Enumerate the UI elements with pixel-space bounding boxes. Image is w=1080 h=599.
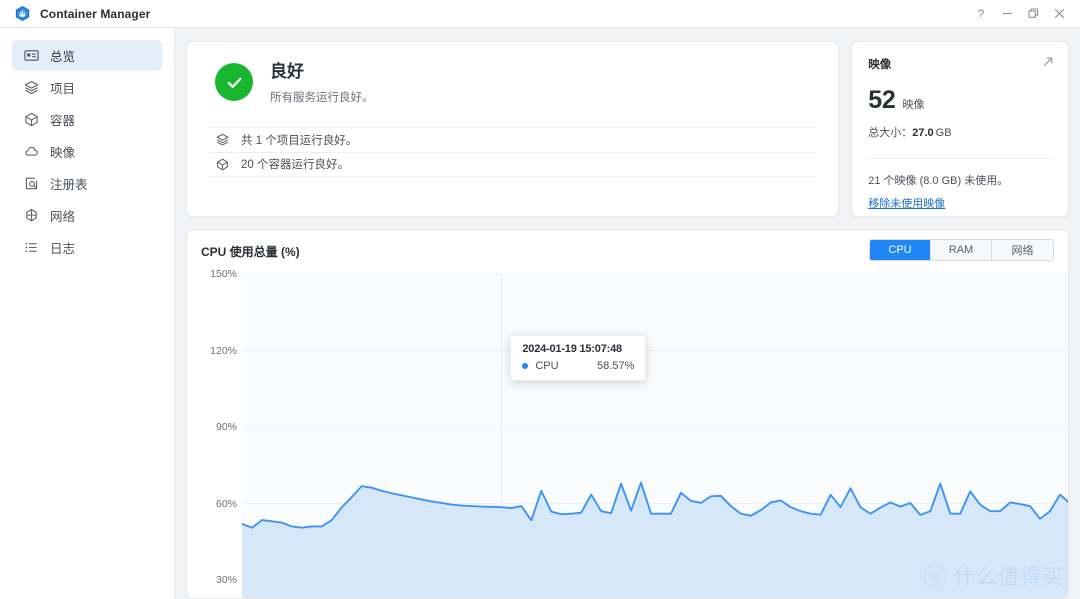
sidebar-item-label: 映像 xyxy=(50,146,76,160)
chart-tooltip: 2024-01-19 15:07:48 CPU 58.57% xyxy=(510,335,647,381)
tab-cpu[interactable]: CPU xyxy=(870,240,931,260)
sidebar-item-label: 项目 xyxy=(50,82,76,96)
sidebar-item-overview[interactable]: 总览 xyxy=(12,40,162,71)
health-row-projects: 共 1 个项目运行良好。 xyxy=(209,126,817,152)
images-card-divider xyxy=(868,158,1052,159)
sidebar-item-label: 总览 xyxy=(50,50,76,64)
summary-row: 良好 所有服务运行良好。 共 1 个项目运行良好。 20 个容器运行良好。 映像… xyxy=(186,41,1069,217)
chart-y-tick-label: 30% xyxy=(215,574,237,586)
tooltip-timestamp: 2024-01-19 15:07:48 xyxy=(522,343,622,355)
sidebar-item-label: 容器 xyxy=(50,114,76,128)
resource-tab-group: CPU RAM 网络 xyxy=(869,239,1054,261)
sidebar-item-containers[interactable]: 容器 xyxy=(12,104,162,135)
sidebar-item-label: 网络 xyxy=(50,210,76,224)
layers-icon xyxy=(215,133,229,147)
help-button[interactable]: ? xyxy=(968,1,994,27)
chart-y-tick-label: 150% xyxy=(210,268,237,280)
images-unused-text: 21 个映像 (8.0 GB) 未使用。 xyxy=(868,175,1009,187)
check-circle-icon xyxy=(215,63,253,101)
images-total-size-value: 27.0 xyxy=(912,127,934,139)
remove-unused-images-link[interactable]: 移除未使用映像 xyxy=(868,195,945,211)
sidebar-item-network[interactable]: 网络 xyxy=(12,200,162,231)
chart-y-axis: 30% 60% 90% 120% 150% xyxy=(187,263,237,598)
container-manager-window: Container Manager ? 总览 项目 容器 映像 注册表 网络 日… xyxy=(0,0,1080,599)
chart-y-tick-label: 90% xyxy=(215,421,237,433)
tab-network[interactable]: 网络 xyxy=(992,240,1053,260)
layers-icon xyxy=(24,80,39,95)
sidebar-item-projects[interactable]: 项目 xyxy=(12,72,162,103)
tooltip-series-row: CPU 58.57% xyxy=(522,360,634,372)
container-icon xyxy=(24,112,39,127)
sidebar-item-label: 日志 xyxy=(50,242,76,256)
sidebar-item-label: 注册表 xyxy=(50,178,88,192)
window-title: Container Manager xyxy=(40,6,151,21)
container-manager-icon xyxy=(14,5,31,22)
chart-y-tick-label: 60% xyxy=(215,497,237,510)
overview-icon xyxy=(24,48,39,63)
external-link-icon[interactable] xyxy=(1041,55,1055,69)
health-row-text: 共 1 个项目运行良好。 xyxy=(241,134,358,147)
tooltip-series-dot xyxy=(522,363,529,369)
health-status-title: 良好 xyxy=(270,62,304,81)
main-content: 良好 所有服务运行良好。 共 1 个项目运行良好。 20 个容器运行良好。 映像… xyxy=(175,28,1080,599)
chart-title: CPU 使用总量 (%) xyxy=(201,245,300,259)
sidebar-item-registry[interactable]: 注册表 xyxy=(12,168,162,199)
images-card-title: 映像 xyxy=(868,59,892,71)
chart-svg xyxy=(242,273,1068,598)
minimize-button[interactable] xyxy=(994,1,1020,27)
health-detail-list: 共 1 个项目运行良好。 20 个容器运行良好。 xyxy=(209,126,817,177)
chart-plot-area[interactable] xyxy=(242,263,1068,598)
images-summary-card: 映像 52 映像 总大小：27.0 GB 21 个映像 (8.0 GB) 未使用。 xyxy=(851,41,1069,217)
health-header: 良好 所有服务运行良好。 xyxy=(209,62,816,105)
close-button[interactable] xyxy=(1046,1,1072,27)
tooltip-series-name: CPU xyxy=(535,360,559,372)
health-status-card: 良好 所有服务运行良好。 共 1 个项目运行良好。 20 个容器运行良好。 xyxy=(186,41,840,217)
sidebar: 总览 项目 容器 映像 注册表 网络 日志 xyxy=(0,28,175,599)
images-count-unit: 映像 xyxy=(902,99,925,111)
tooltip-series-value: 58.57% xyxy=(597,360,635,372)
network-icon xyxy=(24,208,39,223)
health-row-containers: 20 个容器运行良好。 xyxy=(209,151,817,177)
sidebar-item-images[interactable]: 映像 xyxy=(12,136,162,167)
images-count-row: 52 映像 xyxy=(868,86,1052,115)
container-icon xyxy=(215,157,229,171)
resource-chart-card: CPU 使用总量 (%) CPU RAM 网络 30% 60% 90% 120% 150… xyxy=(186,229,1069,599)
images-total-size-unit: GB xyxy=(935,127,952,139)
restore-button[interactable] xyxy=(1020,1,1046,27)
sidebar-item-logs[interactable]: 日志 xyxy=(12,232,162,263)
images-total-size: 总大小：27.0 GB xyxy=(868,124,1052,140)
health-status-subtitle: 所有服务运行良好。 xyxy=(270,91,374,104)
tab-ram[interactable]: RAM xyxy=(931,240,992,260)
window-titlebar: Container Manager ? xyxy=(0,0,1080,28)
chart-y-tick-label: 120% xyxy=(210,344,237,357)
registry-search-icon xyxy=(24,176,39,191)
log-list-icon xyxy=(24,240,39,255)
images-total-size-label: 总大小： xyxy=(868,127,913,139)
chart-plot-wrapper: 30% 60% 90% 120% 150% 2024-01-19 15:07:48 CP… xyxy=(187,263,1068,598)
images-count: 52 xyxy=(868,86,896,114)
health-row-text: 20 个容器运行良好。 xyxy=(241,159,349,172)
window-controls: ? xyxy=(968,1,1072,27)
cloud-icon xyxy=(24,144,39,159)
